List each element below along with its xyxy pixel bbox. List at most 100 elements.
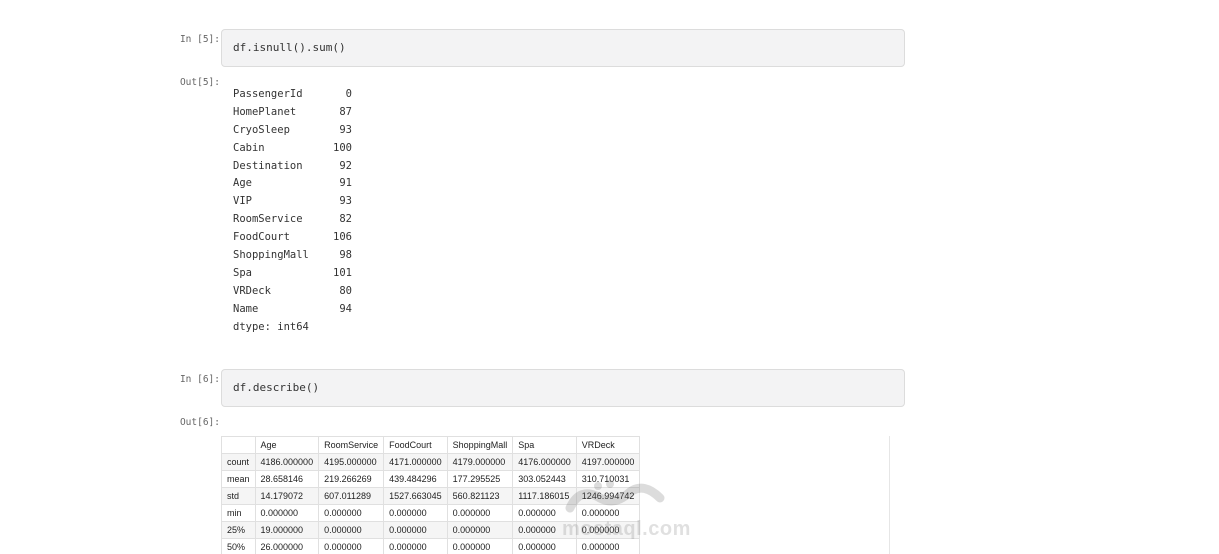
cell-5-code-editor[interactable]: df.isnull().sum() [221,29,905,67]
series-key: VIP [233,195,252,208]
table-cell: 177.295525 [446,470,514,488]
series-key: Destination [233,159,303,172]
describe-table: Age RoomService FoodCourt ShoppingMall Spa VR… [221,436,641,554]
series-value: 80 [339,284,352,297]
table-header-row: Age RoomService FoodCourt ShoppingMall Spa VR… [221,436,641,454]
cell-6-input-prompt: In [6]: [179,374,220,385]
series-key: CryoSleep [233,123,290,136]
series-key: HomePlanet [233,105,297,118]
series-row: VRDeck 80 [233,283,352,301]
table-cell: 219.266269 [318,470,385,488]
table-row: count 4186.000000 4195.000000 4171.000000 41… [221,453,641,471]
table-cell: 0.000000 [318,538,385,554]
table-cell: 0.000000 [383,504,448,522]
series-value: 100 [333,141,352,154]
describe-output: Age RoomService FoodCourt ShoppingMall Spa VR… [221,436,890,554]
table-column-header: Spa [512,436,577,454]
table-row: min 0.000000 0.000000 0.000000 0.000000 0.000… [221,504,641,522]
table-row-label: std [221,487,256,505]
series-row: Destination 92 [233,158,352,176]
table-column-header: Age [254,436,320,454]
table-cell: 310.710031 [575,470,641,488]
table-cell: 0.000000 [446,504,514,522]
table-cell: 0.000000 [575,521,641,539]
series-value: 82 [339,213,352,226]
table-row: std 14.179072 607.011289 1527.663045 560.821… [221,487,641,505]
series-key: Name [233,302,259,315]
cell-5-input-prompt: In [5]: [179,34,220,45]
table-cell: 1117.186015 [512,487,577,505]
table-cell: 607.011289 [318,487,385,505]
series-row: Cabin 100 [233,140,352,158]
table-cell: 560.821123 [446,487,514,505]
series-row: CryoSleep 93 [233,122,352,140]
series-row: VIP 93 [233,193,352,211]
cell-6-code[interactable]: df.describe() [233,381,319,394]
series-key: Age [233,177,252,190]
series-value: 92 [339,159,352,172]
isnull-series-output: PassengerId 0 HomePlanet 87 CryoSleep 93 Cabin… [233,86,352,336]
table-column-header: VRDeck [575,436,641,454]
table-column-header: RoomService [318,436,385,454]
series-key: Cabin [233,141,265,154]
table-cell: 26.000000 [254,538,320,554]
series-value: 91 [339,177,352,190]
table-cell: 1246.994742 [575,487,641,505]
table-row-label: 25% [221,521,256,539]
series-value: 94 [339,302,352,315]
table-cell: 0.000000 [575,538,641,554]
series-value: 93 [339,195,352,208]
series-row: FoodCourt 106 [233,229,352,247]
series-value: 0 [345,88,352,100]
series-dtype: dtype: int64 [233,320,309,333]
cell-6-code-editor[interactable]: df.describe() [221,369,905,407]
table-cell: 0.000000 [383,521,448,539]
table-cell: 4197.000000 [575,453,641,471]
table-cell: 19.000000 [254,521,320,539]
series-key: Spa [233,266,252,279]
table-cell: 303.052443 [512,470,577,488]
series-key: RoomService [233,213,303,226]
series-value: 101 [333,266,352,279]
series-row: Spa 101 [233,265,352,283]
table-cell: 4171.000000 [383,453,448,471]
series-key: PassengerId [233,88,303,100]
table-cell: 0.000000 [446,521,514,539]
table-cell: 0.000000 [446,538,514,554]
table-row: 25% 19.000000 0.000000 0.000000 0.000000 0.00… [221,521,641,539]
series-value: 106 [333,231,352,244]
table-row: 50% 26.000000 0.000000 0.000000 0.000000 0.00… [221,538,641,554]
table-row: mean 28.658146 219.266269 439.484296 177.295… [221,470,641,488]
table-row-label: 50% [221,538,256,554]
table-column-header: ShoppingMall [446,436,514,454]
table-index-header [221,436,256,454]
table-cell: 0.000000 [254,504,320,522]
table-row-label: mean [221,470,256,488]
table-cell: 1527.663045 [383,487,448,505]
table-cell: 0.000000 [383,538,448,554]
table-cell: 0.000000 [318,521,385,539]
table-cell: 0.000000 [512,504,577,522]
series-value: 87 [339,105,352,118]
cell-5-output-prompt: Out[5]: [179,77,220,88]
series-row: Name 94 [233,301,352,319]
cell-5-code[interactable]: df.isnull().sum() [233,41,346,54]
notebook: In [5]: df.isnull().sum() Out[5]: Passen… [0,0,1219,554]
series-key: ShoppingMall [233,249,309,262]
table-cell: 0.000000 [318,504,385,522]
series-row: RoomService 82 [233,211,352,229]
cell-6-output-prompt: Out[6]: [179,417,220,428]
table-cell: 0.000000 [575,504,641,522]
table-column-header: FoodCourt [383,436,448,454]
table-cell: 4195.000000 [318,453,385,471]
table-row-label: min [221,504,256,522]
series-row: PassengerId 0 [233,86,352,104]
table-cell: 0.000000 [512,538,577,554]
table-row-label: count [221,453,256,471]
series-value: 93 [339,123,352,136]
series-row: HomePlanet 87 [233,104,352,122]
series-value: 98 [339,249,352,262]
table-cell: 0.000000 [512,521,577,539]
table-cell: 4186.000000 [254,453,320,471]
series-key: VRDeck [233,284,271,297]
